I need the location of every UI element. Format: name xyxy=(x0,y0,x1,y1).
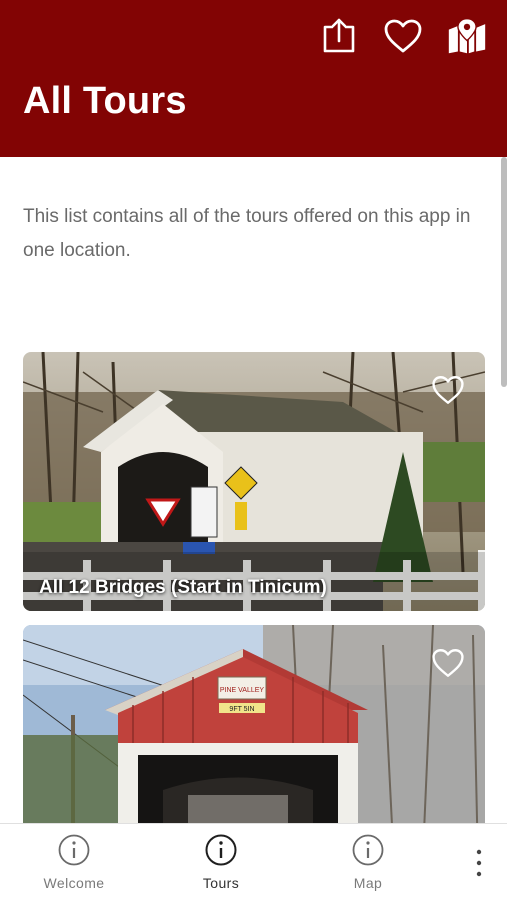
favorites-button[interactable] xyxy=(383,16,423,56)
map-pin-icon xyxy=(448,18,486,54)
more-vertical-icon[interactable] xyxy=(473,848,485,878)
share-icon xyxy=(323,18,355,53)
nav-item-map[interactable]: Map xyxy=(313,824,423,900)
share-button[interactable] xyxy=(319,16,359,56)
header-actions xyxy=(319,16,487,56)
bottom-navigation: Welcome Tours Map xyxy=(0,823,507,900)
tour-card[interactable]: All 12 Bridges (Start in Tinicum) xyxy=(23,352,485,611)
info-icon xyxy=(352,834,384,866)
favorite-toggle-icon[interactable] xyxy=(431,647,465,679)
map-button[interactable] xyxy=(447,16,487,56)
nav-label: Map xyxy=(353,875,383,891)
info-icon xyxy=(58,834,90,866)
heart-icon xyxy=(384,19,422,53)
bridge-name-sign: PINE VALLEY xyxy=(220,687,265,694)
clearance-sign: 9FT 5IN xyxy=(229,706,254,713)
info-icon xyxy=(205,834,237,866)
tour-title: All 12 Bridges (Start in Tinicum) xyxy=(39,577,327,598)
nav-item-welcome[interactable]: Welcome xyxy=(19,824,129,900)
intro-text: This list contains all of the tours offe… xyxy=(23,206,471,261)
favorite-toggle-icon[interactable] xyxy=(431,374,465,406)
tour-list: All 12 Bridges (Start in Tinicum) PINE V… xyxy=(23,352,485,898)
page-title: All Tours xyxy=(23,80,187,122)
scrollbar[interactable] xyxy=(501,157,507,387)
nav-item-tours[interactable]: Tours xyxy=(166,824,276,900)
app-header: All Tours xyxy=(0,0,507,157)
nav-label: Welcome xyxy=(43,875,105,891)
white-covered-bridge-image xyxy=(23,352,485,611)
nav-label: Tours xyxy=(202,875,240,891)
